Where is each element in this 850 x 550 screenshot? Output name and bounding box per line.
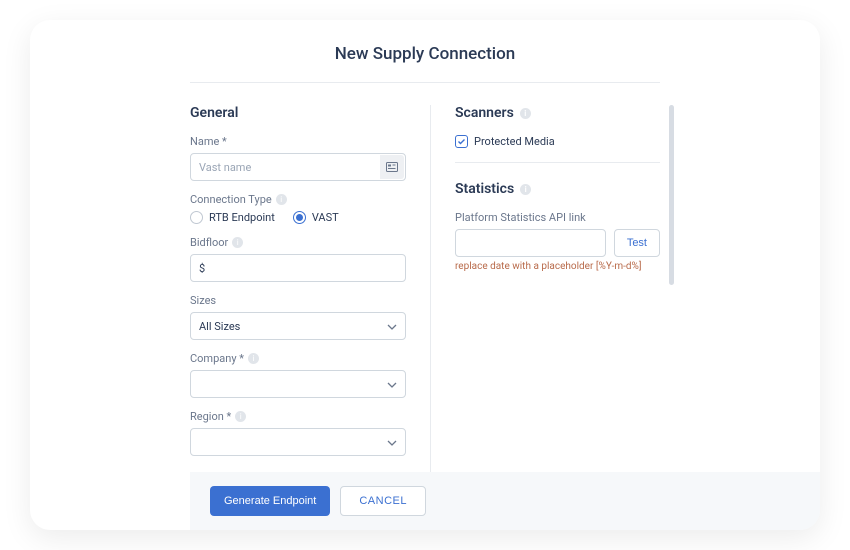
chevron-down-icon <box>387 378 397 391</box>
chevron-down-icon <box>387 320 397 333</box>
api-link-input[interactable] <box>455 229 606 257</box>
form-content: General Name * Vast name Connection Type… <box>30 105 820 475</box>
info-icon[interactable]: i <box>248 353 259 364</box>
scanners-header: Scanners i <box>455 105 660 121</box>
scrollbar[interactable] <box>669 105 674 445</box>
bidfloor-input[interactable]: $ <box>190 254 406 282</box>
page-title: New Supply Connection <box>30 44 820 64</box>
bidfloor-label: Bidfloor i <box>190 236 406 249</box>
card-icon <box>380 155 404 179</box>
radio-circle-checked-icon <box>293 211 306 224</box>
statistics-header: Statistics i <box>455 181 660 197</box>
radio-vast[interactable]: VAST <box>293 211 339 224</box>
region-select[interactable] <box>190 428 406 456</box>
sizes-label: Sizes <box>190 294 406 307</box>
check-icon <box>457 137 466 146</box>
info-icon[interactable]: i <box>232 237 243 248</box>
cancel-button[interactable]: CANCEL <box>340 486 426 516</box>
radio-circle-icon <box>190 211 203 224</box>
api-link-label: Platform Statistics API link <box>455 211 660 224</box>
company-label: Company * i <box>190 352 406 365</box>
name-placeholder: Vast name <box>199 161 251 174</box>
test-button[interactable]: Test <box>614 229 660 257</box>
general-header: General <box>190 105 406 121</box>
sizes-select[interactable]: All Sizes <box>190 312 406 340</box>
right-column: Scanners i Protected Media Statistics i … <box>430 105 660 475</box>
company-select[interactable] <box>190 370 406 398</box>
connection-type-label: Connection Type i <box>190 193 406 206</box>
name-label: Name * <box>190 135 406 148</box>
section-divider <box>455 162 660 163</box>
info-icon[interactable]: i <box>235 411 246 422</box>
info-icon[interactable]: i <box>520 108 531 119</box>
radio-rtb-endpoint[interactable]: RTB Endpoint <box>190 211 275 224</box>
scrollbar-thumb[interactable] <box>669 105 674 285</box>
protected-media-row: Protected Media <box>455 135 660 148</box>
protected-media-checkbox[interactable] <box>455 135 468 148</box>
name-input[interactable]: Vast name <box>190 153 406 181</box>
region-label: Region * i <box>190 410 406 423</box>
chevron-down-icon <box>387 436 397 449</box>
modal-card: New Supply Connection General Name * Vas… <box>30 20 820 530</box>
generate-endpoint-button[interactable]: Generate Endpoint <box>210 486 330 516</box>
general-section: General Name * Vast name Connection Type… <box>190 105 430 475</box>
info-icon[interactable]: i <box>276 194 287 205</box>
api-link-hint: replace date with a placeholder [%Y-m-d%… <box>455 261 660 272</box>
footer: Generate Endpoint CANCEL <box>190 472 820 530</box>
protected-media-label: Protected Media <box>474 135 555 148</box>
title-divider <box>190 82 660 83</box>
connection-type-group: RTB Endpoint VAST <box>190 211 406 224</box>
info-icon[interactable]: i <box>520 184 531 195</box>
